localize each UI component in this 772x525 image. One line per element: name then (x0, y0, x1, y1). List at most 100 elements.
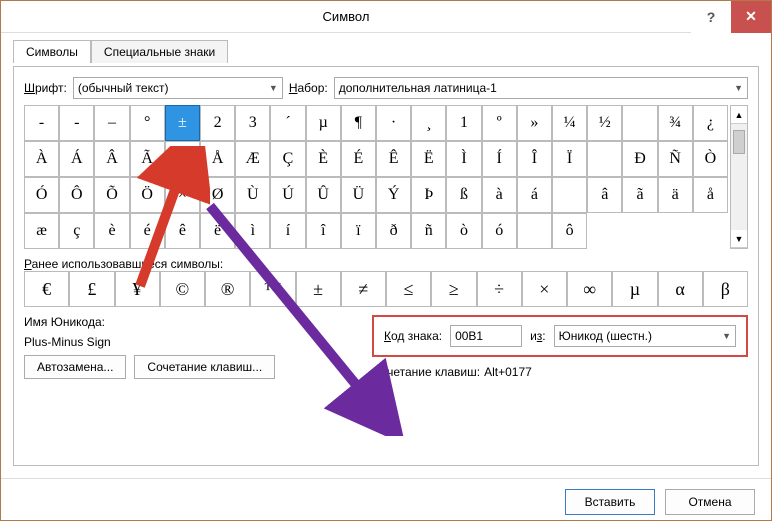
grid-cell[interactable]: ± (165, 105, 200, 141)
grid-cell[interactable]: ¾ (658, 105, 693, 141)
grid-cell[interactable]: à (482, 177, 517, 213)
grid-cell[interactable]: ½ (587, 105, 622, 141)
grid-cell[interactable]: å (693, 177, 728, 213)
grid-cell[interactable]: Ü (341, 177, 376, 213)
grid-cell[interactable]: è (94, 213, 129, 249)
grid-cell[interactable]: Ë (411, 141, 446, 177)
recent-cell[interactable]: β (703, 271, 748, 307)
grid-cell[interactable]: ï (341, 213, 376, 249)
grid-cell[interactable]: ‒ (94, 105, 129, 141)
grid-cell[interactable]: Î (517, 141, 552, 177)
grid-cell[interactable]: 3 (235, 105, 270, 141)
scroll-thumb[interactable] (733, 130, 745, 154)
grid-cell[interactable]: ñ (411, 213, 446, 249)
shortcut-button[interactable]: Сочетание клавиш... (134, 355, 275, 379)
recent-cell[interactable]: € (24, 271, 69, 307)
grid-cell[interactable]: Ñ (658, 141, 693, 177)
recent-cell[interactable]: α (658, 271, 703, 307)
recent-cell[interactable]: ∞ (567, 271, 612, 307)
grid-cell[interactable]: Ú (270, 177, 305, 213)
grid-cell[interactable]: Ð (622, 141, 657, 177)
scrollbar[interactable]: ▲ ▼ (730, 105, 748, 249)
grid-cell[interactable]: í (270, 213, 305, 249)
grid-cell[interactable]: Í (482, 141, 517, 177)
grid-cell[interactable]: Ã (130, 141, 165, 177)
grid-cell[interactable]: » (517, 105, 552, 141)
grid-cell[interactable]: ó (482, 213, 517, 249)
grid-cell[interactable]: Ï (552, 141, 587, 177)
tab-special[interactable]: Специальные знаки (91, 40, 228, 63)
close-button[interactable]: ✕ (731, 1, 771, 33)
grid-cell[interactable]: ¸ (411, 105, 446, 141)
grid-cell[interactable]: Ê (376, 141, 411, 177)
grid-cell[interactable] (587, 141, 622, 177)
scroll-up-button[interactable]: ▲ (731, 106, 747, 124)
scroll-track[interactable] (731, 124, 747, 230)
grid-cell[interactable]: Û (306, 177, 341, 213)
grid-cell[interactable]: ¼ (552, 105, 587, 141)
grid-cell[interactable]: ä (658, 177, 693, 213)
grid-cell[interactable]: Ý (376, 177, 411, 213)
symbol-grid[interactable]: --‒°±23´µ¶·¸1º»¼½¾¿ÀÁÂÃÄÅÆÇÈÉÊËÌÍÎÏÐÑÒÓÔ… (24, 105, 728, 249)
grid-cell[interactable]: ì (235, 213, 270, 249)
grid-cell[interactable]: á (517, 177, 552, 213)
from-select[interactable]: Юникод (шестн.) ▼ (554, 325, 736, 347)
grid-cell[interactable]: º (482, 105, 517, 141)
grid-cell[interactable]: µ (306, 105, 341, 141)
grid-cell[interactable]: Â (94, 141, 129, 177)
grid-cell[interactable]: Þ (411, 177, 446, 213)
scroll-down-button[interactable]: ▼ (731, 230, 747, 248)
recent-cell[interactable]: µ (612, 271, 657, 307)
grid-cell[interactable]: - (24, 105, 59, 141)
tab-symbols[interactable]: Символы (13, 40, 91, 63)
grid-cell[interactable]: æ (24, 213, 59, 249)
help-button[interactable]: ? (691, 1, 731, 33)
recent-cell[interactable]: ® (205, 271, 250, 307)
recent-cell[interactable]: × (522, 271, 567, 307)
grid-cell[interactable]: î (306, 213, 341, 249)
grid-cell[interactable]: É (341, 141, 376, 177)
code-input[interactable]: 00B1 (450, 325, 522, 347)
grid-cell[interactable]: â (587, 177, 622, 213)
grid-cell[interactable]: ß (446, 177, 481, 213)
grid-cell[interactable]: × (165, 177, 200, 213)
grid-cell[interactable]: Ù (235, 177, 270, 213)
grid-cell[interactable]: Ö (130, 177, 165, 213)
grid-cell[interactable]: ¿ (693, 105, 728, 141)
grid-cell[interactable]: Á (59, 141, 94, 177)
grid-cell[interactable]: À (24, 141, 59, 177)
grid-cell[interactable]: ã (622, 177, 657, 213)
grid-cell[interactable]: È (306, 141, 341, 177)
recent-grid[interactable]: €£¥©®™±≠≤≥÷×∞µαβ (24, 271, 748, 307)
recent-cell[interactable]: ≥ (431, 271, 476, 307)
cancel-button[interactable]: Отмена (665, 489, 755, 515)
grid-cell[interactable]: ¶ (341, 105, 376, 141)
recent-cell[interactable]: © (160, 271, 205, 307)
grid-cell[interactable] (622, 105, 657, 141)
grid-cell[interactable]: ô (552, 213, 587, 249)
grid-cell[interactable]: Ò (693, 141, 728, 177)
recent-cell[interactable]: ≠ (341, 271, 386, 307)
grid-cell[interactable]: ´ (270, 105, 305, 141)
grid-cell[interactable]: ð (376, 213, 411, 249)
grid-cell[interactable]: Õ (94, 177, 129, 213)
autocorrect-button[interactable]: Автозамена... (24, 355, 126, 379)
recent-cell[interactable]: ™ (250, 271, 295, 307)
grid-cell[interactable]: - (59, 105, 94, 141)
grid-cell[interactable]: ë (200, 213, 235, 249)
grid-cell[interactable]: Ø (200, 177, 235, 213)
grid-cell[interactable]: ò (446, 213, 481, 249)
grid-cell[interactable] (517, 213, 552, 249)
recent-cell[interactable]: ¥ (115, 271, 160, 307)
recent-cell[interactable]: ± (296, 271, 341, 307)
grid-cell[interactable]: Ä (165, 141, 200, 177)
grid-cell[interactable]: ç (59, 213, 94, 249)
subset-select[interactable]: дополнительная латиница-1 ▼ (334, 77, 748, 99)
grid-cell[interactable]: 2 (200, 105, 235, 141)
recent-cell[interactable]: ≤ (386, 271, 431, 307)
insert-button[interactable]: Вставить (565, 489, 655, 515)
grid-cell[interactable]: Å (200, 141, 235, 177)
grid-cell[interactable]: Ó (24, 177, 59, 213)
font-select[interactable]: (обычный текст) ▼ (73, 77, 283, 99)
grid-cell[interactable]: é (130, 213, 165, 249)
